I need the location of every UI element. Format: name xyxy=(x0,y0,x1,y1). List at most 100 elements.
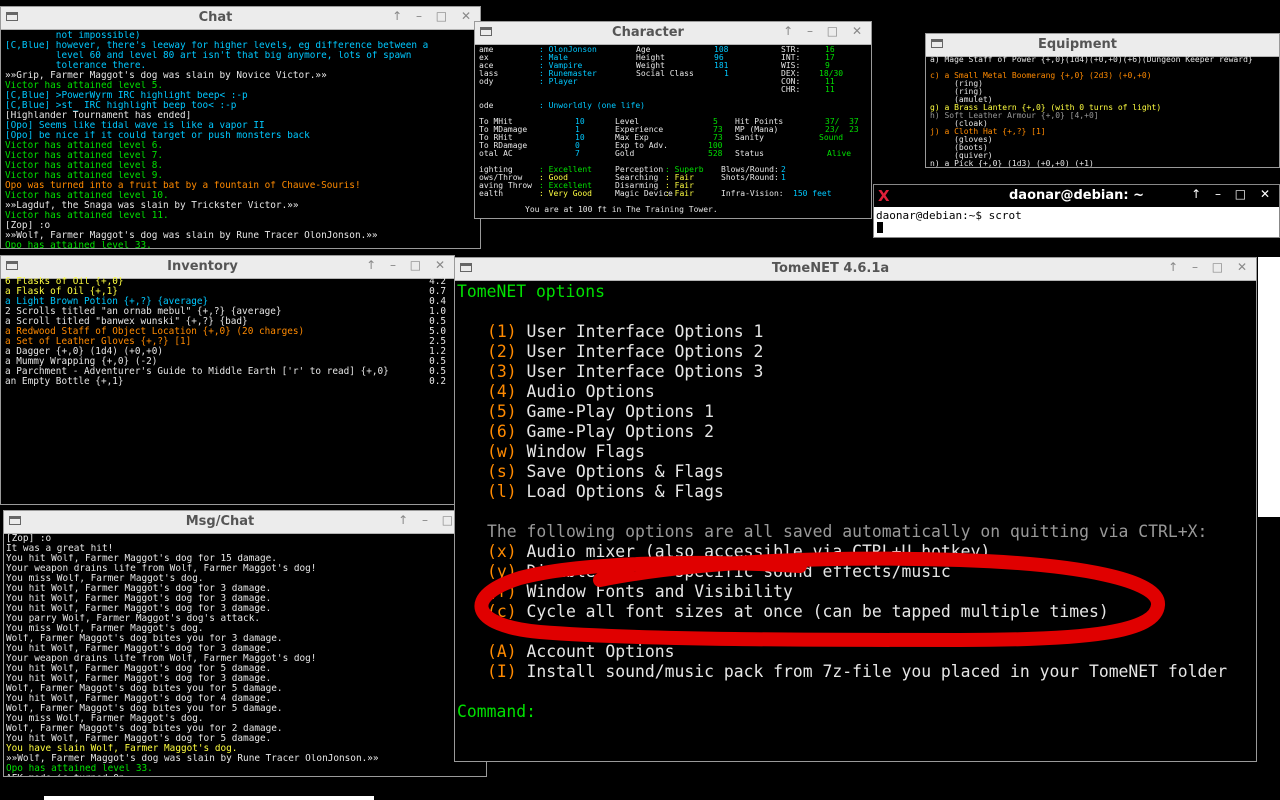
auto-option[interactable]: (y) Disable/enable specific sound effect… xyxy=(487,562,951,582)
tomenet-titlebar[interactable]: TomeNET 4.6.1a ↑ – □ ✕ xyxy=(455,258,1256,281)
chat-line: [C,Blue] however, there's leeway for hig… xyxy=(5,41,429,51)
window-controls[interactable]: ↑ – □ ✕ xyxy=(1191,187,1275,201)
option-key: (2) xyxy=(487,342,517,361)
inventory-item[interactable]: an Empty Bottle {+,1} 0.2 xyxy=(5,377,452,387)
message-line: You have slain Wolf, Farmer Maggot's dog… xyxy=(6,744,238,754)
inventory-window: Inventory ↑ – □ ✕ 6 Flasks of Oil {+,0} 4… xyxy=(0,255,455,505)
chat-line: tolerance there. xyxy=(5,61,147,71)
option-key: (w) xyxy=(487,442,517,461)
character-field: 1 xyxy=(781,173,786,182)
message-line: You miss Wolf, Farmer Maggot's dog. xyxy=(6,574,204,584)
message-line: Wolf, Farmer Maggot's dog bites you for … xyxy=(6,634,283,644)
chat-line: Victor has attained level 5. xyxy=(5,81,164,91)
chat-line: [Zop] :o xyxy=(5,221,51,231)
message-line: You parry Wolf, Farmer Maggot's dog's at… xyxy=(6,614,260,624)
message-line: [Zop] :o xyxy=(6,534,52,544)
msgchat-titlebar[interactable]: Msg/Chat ↑ – □ ✕ xyxy=(4,511,486,534)
character-field: Alive xyxy=(827,149,852,158)
inventory-titlebar[interactable]: Inventory ↑ – □ ✕ xyxy=(1,256,454,279)
window-menu-icon[interactable] xyxy=(6,261,18,270)
message-line: You hit Wolf, Farmer Maggot's dog for 3 … xyxy=(6,644,272,654)
window-menu-icon[interactable] xyxy=(931,39,943,48)
extra-option[interactable]: (A) Account Options xyxy=(487,642,675,662)
msgchat-log: [Zop] :o It was a great hit! You hit Wolf,… xyxy=(6,534,484,776)
chat-line: »»Wolf, Farmer Maggot's dog was slain by… xyxy=(5,231,378,241)
window-menu-icon[interactable] xyxy=(6,12,18,21)
message-line: You hit Wolf, Farmer Maggot's dog for 5 … xyxy=(6,664,272,674)
menu-option[interactable]: (3) User Interface Options 3 xyxy=(487,362,763,382)
chat-line: Victor has attained level 7. xyxy=(5,151,164,161)
option-key: (f) xyxy=(487,582,517,601)
option-key: (1) xyxy=(487,322,517,341)
terminal-titlebar[interactable]: X daonar@debian: ~ ↑ – □ ✕ xyxy=(874,185,1279,207)
menu-option[interactable]: (w) Window Flags xyxy=(487,442,645,462)
menu-option[interactable]: (6) Game-Play Options 2 xyxy=(487,422,714,442)
options-heading: TomeNET options xyxy=(457,282,606,301)
option-key: (I) xyxy=(487,662,517,681)
equipment-titlebar[interactable]: Equipment xyxy=(926,34,1279,57)
terminal-window[interactable]: X daonar@debian: ~ ↑ – □ ✕ daonar@debian… xyxy=(873,184,1280,238)
option-label: User Interface Options 2 xyxy=(516,342,764,361)
option-key: (s) xyxy=(487,462,517,481)
option-label: Cycle all font sizes at once (can be tap… xyxy=(516,602,1109,621)
auto-option[interactable]: (c) Cycle all font sizes at once (can be… xyxy=(487,602,1109,622)
message-line: Opo has attained level 33. xyxy=(6,764,153,774)
menu-option[interactable]: (5) Game-Play Options 1 xyxy=(487,402,714,422)
equipment-slot: n) a Pick {+,0} (1d3) (+0,+0) (+1) xyxy=(930,159,1094,168)
window-controls[interactable]: ↑ – □ ✕ xyxy=(1168,260,1252,274)
option-key: (l) xyxy=(487,482,517,501)
character-field: Sanity xyxy=(735,133,764,142)
chat-log: not impossible) [C,Blue] however, there's… xyxy=(5,31,478,248)
character-field: Status xyxy=(735,149,764,158)
window-menu-icon[interactable] xyxy=(460,263,472,272)
equipment-slot: a) Mage Staff of Power {+,0}(1d4)(+0,+0)… xyxy=(930,56,1253,64)
auto-option[interactable]: (x) Audio mixer (also accessible via CTR… xyxy=(487,542,990,562)
taskbar-strip xyxy=(44,796,374,800)
inventory-title: Inventory xyxy=(167,259,238,274)
window-controls[interactable]: ↑ – □ ✕ xyxy=(392,9,476,23)
option-label: Window Fonts and Visibility xyxy=(516,582,793,601)
chat-line: not impossible) xyxy=(5,31,141,41)
tomenet-window: TomeNET 4.6.1a ↑ – □ ✕ TomeNET options (… xyxy=(454,257,1257,762)
character-field: 528 xyxy=(708,149,723,158)
chat-line: »»Grip, Farmer Maggot's dog was slain by… xyxy=(5,71,327,81)
extra-option[interactable]: (I) Install sound/music pack from 7z-fil… xyxy=(487,662,1227,682)
chat-line: »»Lagduf, the Snaga was slain by Trickst… xyxy=(5,201,299,211)
character-titlebar[interactable]: Character ↑ – □ ✕ xyxy=(475,22,871,45)
chat-title: Chat xyxy=(198,10,233,25)
window-controls[interactable]: ↑ – □ ✕ xyxy=(783,24,867,38)
chat-line: level 60 and level 80 art isn't that big… xyxy=(5,51,412,61)
menu-option[interactable]: (1) User Interface Options 1 xyxy=(487,322,763,342)
character-field: : Player xyxy=(539,77,578,86)
msgchat-window: Msg/Chat ↑ – □ ✕ [Zop] :o It was a great … xyxy=(3,510,487,777)
character-field: 150 feet xyxy=(793,189,832,198)
auto-option[interactable]: (f) Window Fonts and Visibility xyxy=(487,582,793,602)
message-line: Wolf, Farmer Maggot's dog bites you for … xyxy=(6,684,283,694)
command-prompt[interactable]: Command: xyxy=(457,702,536,722)
message-line: Wolf, Farmer Maggot's dog bites you for … xyxy=(6,724,283,734)
window-menu-icon[interactable] xyxy=(480,27,492,36)
menu-option[interactable]: (4) Audio Options xyxy=(487,382,655,402)
window-controls[interactable]: ↑ – □ ✕ xyxy=(366,258,450,272)
message-line: Your weapon drains life from Wolf, Farme… xyxy=(6,564,317,574)
character-window: Character ↑ – □ ✕ ame: OlonJonson Age 108 S… xyxy=(474,21,872,219)
chat-line: Opo was turned into a fruit bat by a fou… xyxy=(5,181,361,191)
message-line: You hit Wolf, Farmer Maggot's dog for 3 … xyxy=(6,594,272,604)
menu-option[interactable]: (l) Load Options & Flags xyxy=(487,482,724,502)
option-label: Audio Options xyxy=(516,382,655,401)
character-field: Gold xyxy=(615,149,635,158)
window-menu-icon[interactable] xyxy=(9,516,21,525)
chat-line: [Opo] Seems like tidal wave is like a va… xyxy=(5,121,265,131)
chat-titlebar[interactable]: Chat ↑ – □ ✕ xyxy=(1,7,480,30)
chat-line: Victor has attained level 8. xyxy=(5,161,164,171)
message-line: You miss Wolf, Farmer Maggot's dog. xyxy=(6,714,204,724)
tomenet-screen: TomeNET options (1) User Interface Optio… xyxy=(455,282,1256,761)
auto-save-note: The following options are all saved auto… xyxy=(487,522,1208,541)
chat-line: [Opo] be nice if it could target or push… xyxy=(5,131,310,141)
menu-option[interactable]: (2) User Interface Options 2 xyxy=(487,342,763,362)
terminal-prompt: daonar@debian:~$ scrot xyxy=(876,209,1022,222)
option-key: (5) xyxy=(487,402,517,421)
message-line: You miss Wolf, Farmer Maggot's dog. xyxy=(6,624,204,634)
menu-option[interactable]: (s) Save Options & Flags xyxy=(487,462,724,482)
message-line: »»Wolf, Farmer Maggot's dog was slain by… xyxy=(6,754,379,764)
